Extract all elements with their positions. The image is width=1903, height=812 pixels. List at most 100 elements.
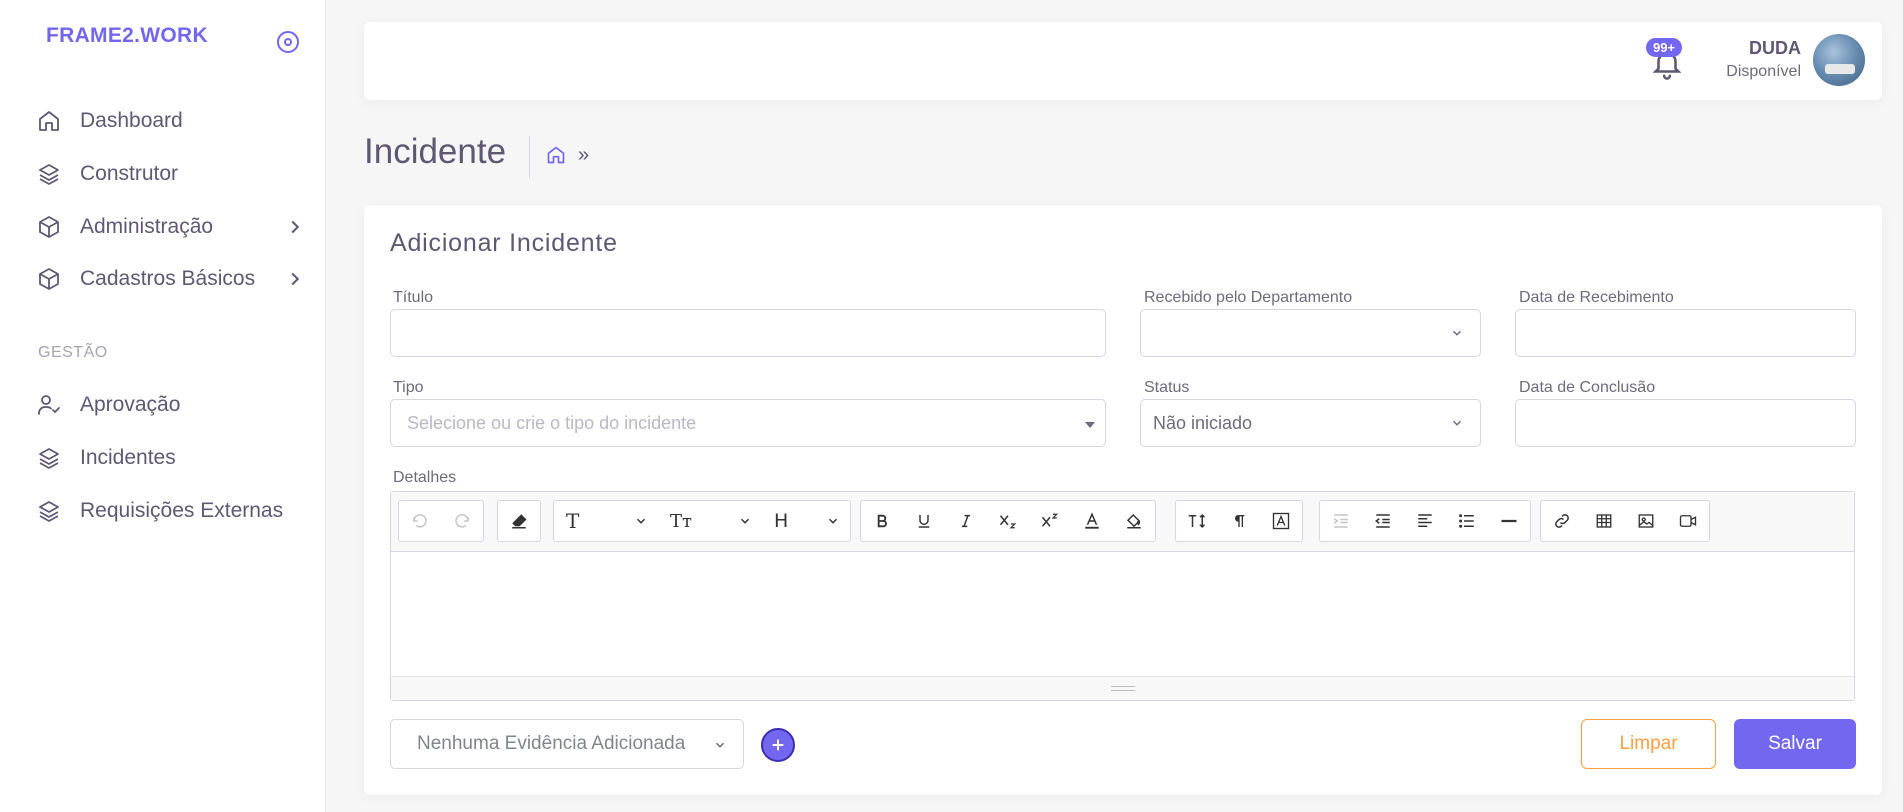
horizontal-rule-icon[interactable] [1488, 501, 1530, 541]
chevron-down-icon [828, 518, 838, 524]
video-icon[interactable] [1667, 501, 1709, 541]
bold-icon[interactable] [861, 501, 903, 541]
departamento-select[interactable] [1140, 309, 1481, 357]
outdent-icon[interactable] [1320, 501, 1362, 541]
sidebar-item-dashboard[interactable]: Dashboard [36, 101, 306, 141]
brand-logo[interactable]: FRAME2.WORK [46, 24, 208, 48]
list-icon[interactable] [1446, 501, 1488, 541]
layers-icon [36, 498, 62, 524]
underline-icon[interactable] [903, 501, 945, 541]
heading-dropdown[interactable]: H [762, 501, 850, 541]
evidencias-select[interactable]: Nenhuma Evidência Adicionada [390, 719, 744, 769]
link-icon[interactable] [1541, 501, 1583, 541]
indent-icon[interactable] [1362, 501, 1404, 541]
sidebar-item-label: Incidentes [80, 446, 176, 469]
sidebar-item-administracao[interactable]: Administração [36, 207, 306, 247]
add-evidence-button[interactable] [761, 728, 795, 762]
sidebar-item-cadastros-basicos[interactable]: Cadastros Básicos [36, 259, 306, 299]
status-label: Status [1144, 379, 1190, 396]
user-name[interactable]: DUDA [1749, 38, 1801, 59]
chevron-right-icon [291, 272, 300, 286]
sidebar-item-aprovacao[interactable]: Aprovação [36, 385, 306, 425]
card-title: Adicionar Incidente [390, 229, 618, 257]
insert-group [1540, 500, 1710, 542]
user-status: Disponível [1726, 63, 1801, 80]
status-value: Não iniciado [1153, 412, 1253, 433]
chevron-down-icon [740, 518, 750, 524]
incident-form-card: Adicionar Incidente Título Recebido pelo… [364, 205, 1882, 795]
breadcrumb-separator: » [578, 144, 590, 166]
sidebar-item-label: Construtor [80, 162, 179, 185]
italic-icon[interactable] [945, 501, 987, 541]
sidebar-item-label: Cadastros Básicos [80, 267, 256, 290]
box-icon [36, 214, 62, 240]
text-frame-icon[interactable] [1260, 501, 1302, 541]
sidebar-toggle-icon[interactable] [276, 30, 300, 54]
text-style-group [860, 500, 1156, 542]
page-title: Incidente [364, 132, 507, 171]
undo-icon[interactable] [399, 501, 441, 541]
font-family-icon: T [566, 509, 580, 533]
chevron-down-icon [1452, 330, 1462, 336]
format-dropdowns-group: T Tт H [553, 500, 851, 542]
top-navbar: 99+ DUDA Disponível [364, 22, 1882, 100]
data-conclusao-label: Data de Conclusão [1519, 379, 1656, 396]
font-size-icon: Tт [670, 510, 692, 532]
clear-button[interactable]: Limpar [1581, 719, 1716, 769]
tipo-label: Tipo [393, 379, 424, 396]
eraser-icon[interactable] [498, 501, 540, 541]
editor-statusbar [391, 676, 1854, 700]
sidebar-item-label: Aprovação [80, 393, 181, 416]
align-left-icon[interactable] [1404, 501, 1446, 541]
sidebar-item-label: Dashboard [80, 109, 183, 132]
caret-down-icon [1085, 422, 1095, 428]
resize-handle[interactable] [1111, 686, 1135, 691]
sidebar-item-construtor[interactable]: Construtor [36, 154, 306, 194]
eraser-group [497, 500, 541, 542]
font-family-dropdown[interactable]: T [554, 501, 658, 541]
tipo-select[interactable]: Selecione ou crie o tipo do incidente [390, 399, 1106, 447]
subscript-icon[interactable] [987, 501, 1029, 541]
save-button[interactable]: Salvar [1734, 719, 1856, 769]
sidebar-item-requisicoes-externas[interactable]: Requisições Externas [36, 491, 306, 531]
detalhes-label: Detalhes [393, 469, 457, 486]
user-check-icon [36, 392, 62, 418]
paragraph-group [1175, 500, 1303, 542]
line-height-icon[interactable] [1176, 501, 1218, 541]
titulo-input[interactable] [390, 309, 1106, 357]
history-group [398, 500, 484, 542]
sidebar-section-title: GESTÃO [38, 344, 108, 361]
redo-icon[interactable] [441, 501, 483, 541]
chevron-down-icon [636, 518, 646, 524]
detalhes-editor-content[interactable] [391, 552, 1854, 678]
image-icon[interactable] [1625, 501, 1667, 541]
departamento-label: Recebido pelo Departamento [1144, 289, 1353, 306]
notification-badge[interactable]: 99+ [1646, 38, 1683, 57]
rich-text-editor: T Tт H [390, 491, 1855, 701]
breadcrumb-home-icon[interactable] [546, 145, 566, 165]
font-color-icon[interactable] [1071, 501, 1113, 541]
data-conclusao-input[interactable] [1515, 399, 1856, 447]
layers-icon [36, 161, 62, 187]
box-icon [36, 266, 62, 292]
status-select[interactable]: Não iniciado [1140, 399, 1481, 447]
superscript-icon[interactable] [1029, 501, 1071, 541]
chevron-down-icon [1452, 420, 1462, 426]
table-icon[interactable] [1583, 501, 1625, 541]
title-divider [529, 136, 530, 178]
sidebar: FRAME2.WORK Dashboard Construtor Adminis… [0, 0, 326, 812]
titulo-label: Título [393, 289, 434, 306]
chevron-right-icon [291, 220, 300, 234]
data-recebimento-input[interactable] [1515, 309, 1856, 357]
font-size-dropdown[interactable]: Tт [658, 501, 762, 541]
editor-toolbar: T Tт H [391, 492, 1854, 552]
highlight-icon[interactable] [1113, 501, 1155, 541]
avatar[interactable] [1813, 34, 1865, 86]
sidebar-item-incidentes[interactable]: Incidentes [36, 438, 306, 478]
list-group [1319, 500, 1531, 542]
sidebar-item-label: Requisições Externas [80, 499, 284, 522]
tipo-placeholder: Selecione ou crie o tipo do incidente [407, 412, 697, 433]
chevron-down-icon [715, 742, 725, 748]
home-icon [36, 108, 62, 134]
paragraph-icon[interactable] [1218, 501, 1260, 541]
